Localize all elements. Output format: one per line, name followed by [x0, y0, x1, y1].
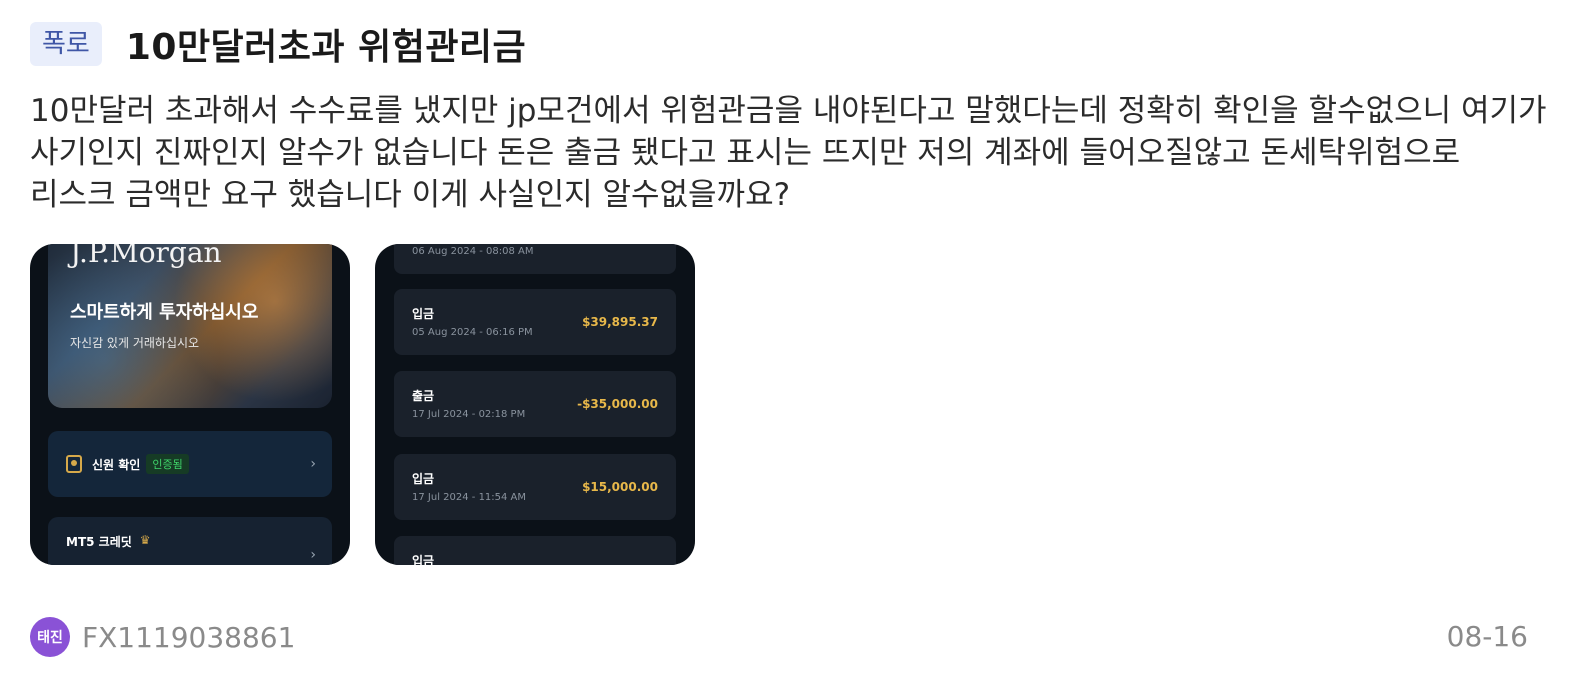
crown-icon: ♛: [139, 533, 151, 547]
id-card-icon: [66, 455, 82, 473]
transaction-type: 출금: [412, 389, 435, 403]
promo-subline: 자신감 있게 거래하십시오: [70, 336, 200, 350]
image-gallery: J.P.Morgan 스마트하게 투자하십시오 자신감 있게 거래하십시오 신원…: [30, 244, 695, 565]
identity-card: 신원 확인 인증됨 ›: [48, 431, 332, 497]
image-thumbnail-2[interactable]: 06 Aug 2024 - 08:08 AM 입금 05 Aug 2024 - …: [375, 244, 695, 565]
post-author: 태진 FX1119038861: [30, 617, 295, 657]
post-title: 10만달러초과 위험관리금: [125, 27, 527, 68]
username[interactable]: FX1119038861: [82, 621, 295, 654]
post-header: 폭로 10만달러초과 위험관리금: [30, 18, 526, 70]
post-body: 10만달러 초과해서 수수료를 냈지만 jp모건에서 위험관금을 내야된다고 말…: [30, 93, 1547, 213]
transaction-type: 입금: [412, 554, 435, 565]
identity-label: 신원 확인: [92, 457, 141, 472]
transaction-type: 입금: [412, 307, 435, 321]
transaction-row: 06 Aug 2024 - 08:08 AM: [394, 244, 676, 274]
transaction-date: 17 Jul 2024 - 11:54 AM: [412, 492, 527, 503]
chevron-right-icon: ›: [310, 456, 316, 472]
transaction-row: 입금 05 Aug 2024 - 06:16 PM $39,895.37: [394, 289, 676, 355]
credit-label: MT5 크레딧: [66, 535, 132, 549]
transaction-date: 06 Aug 2024 - 08:08 AM: [412, 246, 534, 257]
image-thumbnail-1[interactable]: J.P.Morgan 스마트하게 투자하십시오 자신감 있게 거래하십시오 신원…: [30, 244, 350, 565]
chevron-right-icon: ›: [310, 547, 316, 563]
transaction-row: 입금: [394, 536, 676, 565]
verified-badge: 인증됨: [146, 454, 189, 474]
promo-headline: 스마트하게 투자하십시오: [70, 302, 259, 323]
post-date: 08-16: [1446, 620, 1528, 653]
category-tag[interactable]: 폭로: [30, 22, 102, 66]
transaction-amount: $15,000.00: [582, 480, 658, 494]
credit-card: MT5 크레딧 ♛ ›: [48, 517, 332, 565]
transaction-row: 입금 17 Jul 2024 - 11:54 AM $15,000.00: [394, 454, 676, 520]
avatar[interactable]: 태진: [30, 617, 70, 657]
transaction-type: 입금: [412, 472, 435, 486]
transaction-amount: $39,895.37: [582, 315, 658, 329]
transaction-row: 출금 17 Jul 2024 - 02:18 PM -$35,000.00: [394, 371, 676, 437]
transaction-date: 05 Aug 2024 - 06:16 PM: [412, 327, 533, 338]
brand-logo: J.P.Morgan: [70, 244, 222, 269]
transaction-date: 17 Jul 2024 - 02:18 PM: [412, 409, 526, 420]
transaction-amount: -$35,000.00: [577, 397, 658, 411]
